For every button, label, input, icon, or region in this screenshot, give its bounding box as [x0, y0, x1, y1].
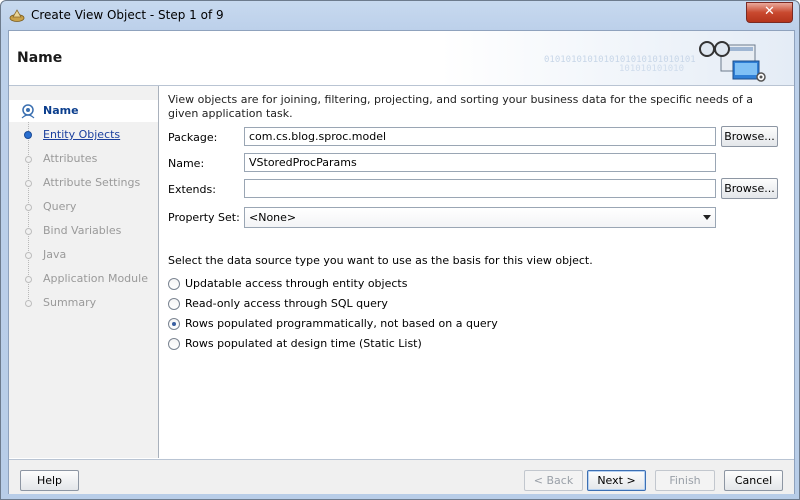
step-node-icon [25, 204, 32, 211]
dialog-body: Name 0101010101010101010101010101 101010… [8, 30, 795, 494]
cancel-button[interactable]: Cancel [724, 470, 783, 491]
window-title: Create View Object - Step 1 of 9 [31, 8, 224, 22]
page-title: Name [17, 50, 63, 66]
title-bar[interactable]: Create View Object - Step 1 of 9 ✕ [1, 1, 799, 29]
view-object-wizard-graphic-icon [699, 41, 766, 82]
step-node-icon [25, 252, 32, 259]
step-node-icon [24, 131, 32, 139]
extends-field[interactable] [244, 179, 716, 198]
extends-label: Extends: [168, 183, 216, 196]
property-set-label: Property Set: [168, 211, 240, 224]
property-set-select[interactable]: <None> [244, 207, 716, 228]
datasource-prompt: Select the data source type you want to … [168, 254, 593, 267]
next-button[interactable]: Next > [587, 470, 646, 491]
nav-item-label: Bind Variables [43, 224, 122, 237]
property-set-value: <None> [249, 211, 297, 224]
nav-item-label: Query [43, 200, 77, 213]
nav-item-application-module: Application Module [9, 268, 158, 290]
nav-item-label: Attribute Settings [43, 176, 141, 189]
package-label: Package: [168, 131, 218, 144]
step-node-icon [25, 156, 32, 163]
help-button[interactable]: Help [20, 470, 79, 491]
nav-item-summary: Summary [9, 292, 158, 314]
nav-item-label: Java [43, 248, 67, 261]
nav-item-attributes: Attributes [9, 148, 158, 170]
package-field[interactable]: com.cs.blog.sproc.model [244, 127, 716, 146]
radio-label: Read-only access through SQL query [185, 297, 388, 310]
radio-selected-dot [172, 322, 176, 326]
chevron-down-icon[interactable] [703, 215, 711, 220]
close-button[interactable]: ✕ [746, 2, 793, 23]
radio-button[interactable] [168, 278, 180, 290]
jdeveloper-app-icon [9, 9, 25, 22]
step-node-icon [25, 300, 32, 307]
step-node-icon [25, 180, 32, 187]
radio-label: Updatable access through entity objects [185, 277, 408, 290]
current-step-icon [21, 104, 35, 119]
name-field[interactable]: VStoredProcParams [244, 153, 716, 172]
step-node-icon [25, 228, 32, 235]
radio-label: Rows populated at design time (Static Li… [185, 337, 422, 350]
nav-item-label: Summary [43, 296, 97, 309]
nav-item-attribute-settings: Attribute Settings [9, 172, 158, 194]
wizard-step-nav: Name Entity Objects Attributes Attribute… [9, 86, 159, 458]
nav-item-bind-variables: Bind Variables [9, 220, 158, 242]
nav-item-label: Entity Objects [43, 128, 121, 141]
name-label: Name: [168, 157, 205, 170]
step-node-icon [25, 276, 32, 283]
radio-button[interactable] [168, 298, 180, 310]
nav-item-name[interactable]: Name [9, 100, 158, 122]
header-binary-decoration-2: 101010101010 [619, 64, 685, 74]
package-browse-button[interactable]: Browse... [721, 126, 778, 147]
finish-button: Finish [655, 470, 715, 491]
radio-label: Rows populated programmatically, not bas… [185, 317, 498, 330]
nav-item-label: Attributes [43, 152, 98, 165]
wizard-header: Name 0101010101010101010101010101 101010… [9, 31, 794, 86]
extends-browse-button[interactable]: Browse... [721, 178, 778, 199]
nav-item-query: Query [9, 196, 158, 218]
radio-button[interactable] [168, 338, 180, 350]
nav-item-label: Application Module [43, 272, 148, 285]
nav-item-entity-objects[interactable]: Entity Objects [9, 124, 158, 146]
dialog-window: Create View Object - Step 1 of 9 ✕ Name … [0, 0, 800, 500]
back-button: < Back [524, 470, 583, 491]
radio-button-selected[interactable] [168, 318, 180, 330]
description-text: View objects are for joining, filtering,… [168, 93, 753, 120]
nav-item-label: Name [43, 104, 79, 117]
button-bar: Help < Back Next > Finish Cancel [9, 459, 794, 494]
nav-item-java: Java [9, 244, 158, 266]
